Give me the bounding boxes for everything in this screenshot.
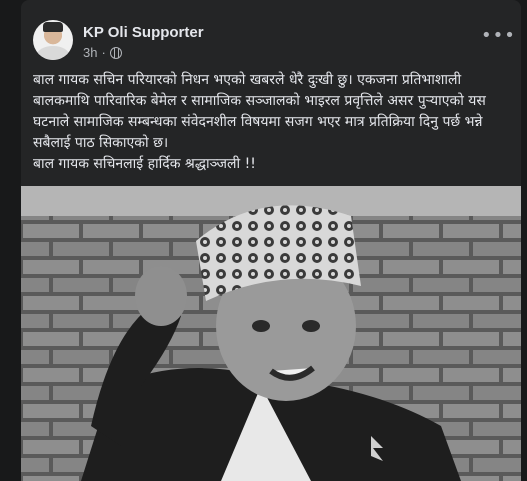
meta-separator: · <box>101 45 106 60</box>
ellipsis-icon[interactable]: ••• <box>481 26 515 54</box>
post-text: बाल गायक सचिन परियारको निधन भएको खबरले ध… <box>33 70 513 175</box>
photo-illustration <box>21 186 521 481</box>
author-avatar[interactable] <box>33 20 73 60</box>
author-name[interactable]: KP Oli Supporter <box>83 24 204 41</box>
facebook-post: KP Oli Supporter 3h · ••• बाल गायक सचिन … <box>21 0 521 481</box>
globe-icon[interactable] <box>109 46 122 59</box>
post-photo[interactable] <box>21 186 521 481</box>
post-paragraph: बाल गायक सचिन परियारको निधन भएको खबरले ध… <box>33 72 486 151</box>
post-time[interactable]: 3h <box>83 45 97 60</box>
post-header: KP Oli Supporter 3h · ••• <box>33 20 515 64</box>
post-meta: 3h · <box>83 45 122 60</box>
post-paragraph: बाल गायक सचिनलाई हार्दिक श्रद्धाञ्जली !! <box>33 156 256 172</box>
